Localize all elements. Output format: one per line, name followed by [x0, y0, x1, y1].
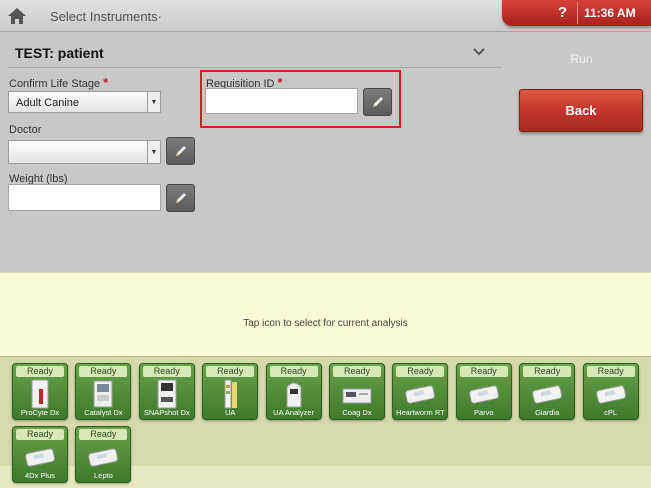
pencil-icon — [175, 146, 186, 156]
coag-icon — [340, 379, 374, 409]
instrument-name: Heartworm RT — [396, 408, 445, 417]
instrument-name: Coag Dx — [342, 408, 372, 417]
patient-title: TEST: patient — [15, 45, 104, 61]
procyte-icon — [23, 379, 57, 409]
clock: 11:36 AM — [584, 6, 636, 20]
instrument-status: Ready — [206, 366, 255, 377]
instrument-status: Ready — [396, 366, 445, 377]
instrument-name: Giardia — [535, 408, 560, 417]
instrument-tile[interactable]: Ready Coag Dx — [329, 363, 385, 420]
home-icon — [8, 8, 26, 24]
instrument-status: Ready — [16, 429, 64, 440]
breadcrumb: Select Instruments· — [50, 9, 162, 24]
instrument-tile[interactable]: Ready ProCyte Dx — [12, 363, 68, 420]
snapshot-icon — [150, 379, 184, 409]
instrument-name: Lepto — [94, 471, 113, 480]
instrument-status: Ready — [142, 366, 191, 377]
instrument-name: cPL — [604, 408, 618, 417]
instrument-name: SNAPshot Dx — [143, 408, 190, 417]
pencil-icon — [372, 97, 383, 107]
requisition-edit-button[interactable] — [363, 88, 392, 116]
snap-test-icon — [467, 379, 501, 409]
ua-analyzer-icon — [277, 379, 311, 409]
doctor-select[interactable]: ▼ — [8, 140, 161, 164]
dropdown-arrow-icon[interactable]: ▼ — [147, 92, 160, 112]
dropdown-arrow-icon[interactable]: ▼ — [147, 141, 160, 163]
instrument-tile[interactable]: Ready Parvo — [455, 363, 512, 420]
life-stage-select[interactable]: Adult Canine ▼ — [8, 91, 161, 113]
instrument-status: Ready — [79, 429, 128, 440]
instrument-tile[interactable]: Ready Lepto — [75, 426, 132, 483]
requisition-id-input[interactable] — [205, 88, 358, 114]
snap-test-icon — [594, 379, 628, 409]
ua-strip-icon — [213, 379, 247, 409]
instrument-name: UA Analyzer — [273, 408, 315, 417]
instrument-name: Parvo — [474, 408, 494, 417]
instrument-tile[interactable]: Ready Catalyst Dx — [75, 363, 132, 420]
weight-input[interactable] — [8, 184, 161, 211]
snap-test-icon — [23, 442, 57, 472]
instrument-tile[interactable]: Ready 4Dx Plus — [12, 426, 68, 483]
instrument-status: Ready — [269, 366, 318, 377]
pencil-icon — [175, 193, 186, 203]
back-button[interactable]: Back — [519, 89, 643, 132]
instrument-status: Ready — [79, 366, 128, 377]
home-button[interactable] — [4, 3, 30, 29]
instrument-name: UA — [224, 408, 236, 417]
instrument-status: Ready — [523, 366, 572, 377]
info-panel: Tap icon to select for current analysis — [0, 272, 651, 356]
instrument-status: Ready — [459, 366, 508, 377]
chevron-down-icon[interactable] — [472, 45, 486, 59]
instrument-tile[interactable]: Ready Giardia — [519, 363, 576, 420]
instrument-status: Ready — [333, 366, 381, 377]
top-bar: Select Instruments· ? 11:36 AM — [0, 0, 651, 32]
doctor-label: Doctor — [9, 124, 42, 136]
snap-test-icon — [530, 379, 564, 409]
instrument-name: 4Dx Plus — [24, 471, 55, 480]
snap-test-icon — [86, 442, 120, 472]
life-stage-value: Adult Canine — [16, 97, 79, 109]
required-mark: * — [103, 75, 109, 90]
catalyst-icon — [86, 379, 120, 409]
instrument-tile[interactable]: Ready Heartworm RT — [392, 363, 449, 420]
info-message: Tap icon to select for current analysis — [243, 318, 408, 329]
snap-test-icon — [403, 379, 437, 409]
instrument-name: ProCyte Dx — [20, 408, 60, 417]
instrument-tile[interactable]: Ready SNAPshot Dx — [138, 363, 195, 420]
instrument-status: Ready — [586, 366, 635, 377]
instrument-name: Catalyst Dx — [84, 408, 123, 417]
doctor-edit-button[interactable] — [166, 137, 195, 165]
instrument-tile[interactable]: Ready UA Analyzer — [265, 363, 322, 420]
weight-edit-button[interactable] — [166, 184, 195, 212]
patient-header[interactable]: TEST: patient — [8, 40, 502, 68]
instrument-status: Ready — [16, 366, 64, 377]
run-button[interactable]: Run — [520, 48, 643, 70]
life-stage-label: Confirm Life Stage * — [9, 75, 109, 90]
instrument-tile[interactable]: Ready cPL — [582, 363, 639, 420]
instrument-tile[interactable]: Ready UA — [202, 363, 259, 420]
help-button[interactable]: ? — [548, 2, 578, 24]
